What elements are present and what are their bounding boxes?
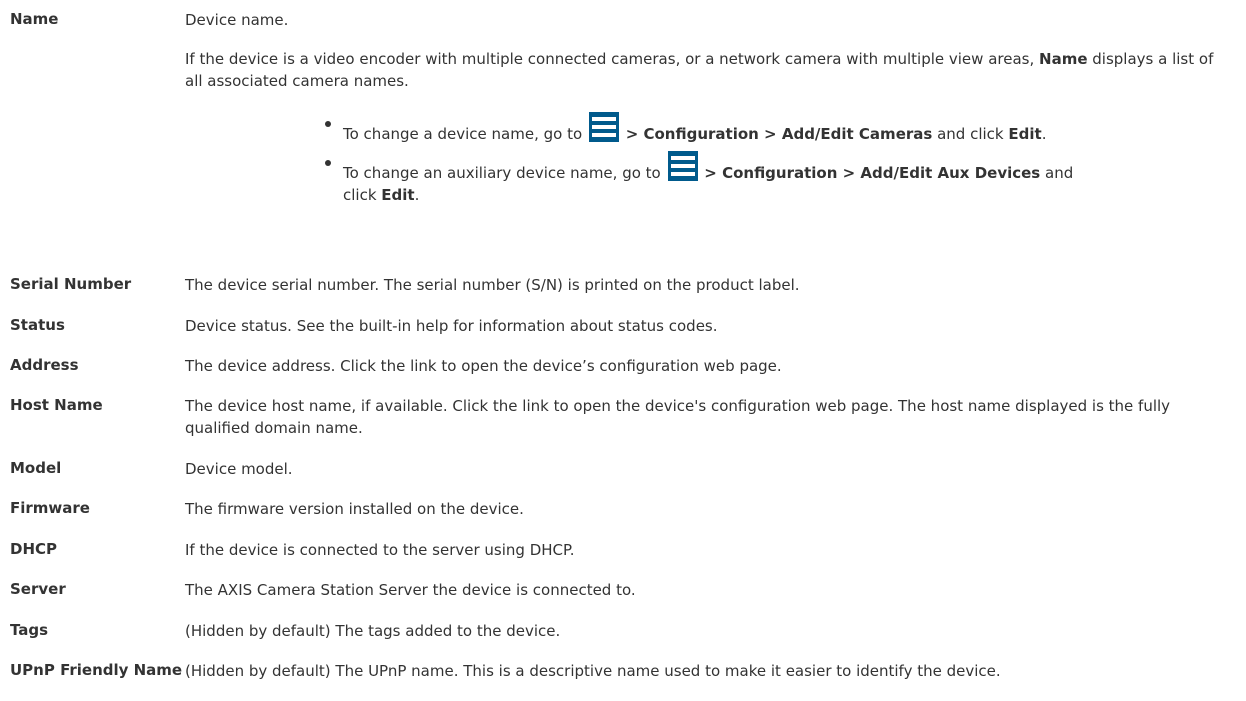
desc-upnp-friendly-name: (Hidden by default) The UPnP name. This … xyxy=(185,662,1001,680)
desc-address: The device address. Click the link to op… xyxy=(185,357,782,375)
desc-tags: (Hidden by default) The tags added to th… xyxy=(185,622,561,640)
term-model: Model xyxy=(10,459,62,477)
bullet-text: and click xyxy=(937,125,1004,143)
desc-server: The AXIS Camera Station Server the devic… xyxy=(185,581,636,599)
bullet-item: To change a device name, go to > Configu… xyxy=(325,112,1235,145)
period: . xyxy=(414,186,420,204)
desc-status: Device status. See the built-in help for… xyxy=(185,317,718,335)
desc-name: Device name. If the device is a video en… xyxy=(185,9,1235,206)
desc-name-para2-a: If the device is a video encoder with mu… xyxy=(185,50,1035,68)
bullet-text: To change an auxiliary device name, go t… xyxy=(343,164,661,182)
period: . xyxy=(1041,125,1047,143)
term-name: Name xyxy=(10,10,59,28)
action-label: Edit xyxy=(1008,125,1042,143)
desc-model: Device model. xyxy=(185,460,293,478)
menu-path: > Configuration > Add/Edit Aux Devices xyxy=(704,164,1041,182)
menu-path: > Configuration > Add/Edit Cameras xyxy=(625,125,933,143)
term-firmware: Firmware xyxy=(10,499,90,517)
desc-dhcp: If the device is connected to the server… xyxy=(185,541,575,559)
menu-icon xyxy=(588,112,619,142)
desc-firmware: The firmware version installed on the de… xyxy=(185,500,524,518)
desc-name-para2: If the device is a video encoder with mu… xyxy=(185,48,1235,92)
bullet-list: To change a device name, go to > Configu… xyxy=(325,112,1235,206)
term-serial-number: Serial Number xyxy=(10,275,132,293)
bullet-item: To change an auxiliary device name, go t… xyxy=(325,151,1103,206)
bullet-text: To change a device name, go to xyxy=(343,125,583,143)
desc-name-para2-b: Name xyxy=(1039,50,1088,68)
term-status: Status xyxy=(10,316,65,334)
desc-name-line1: Device name. xyxy=(185,11,289,29)
term-tags: Tags xyxy=(10,621,49,639)
desc-serial-number: The device serial number. The serial num… xyxy=(185,276,800,294)
term-host-name: Host Name xyxy=(10,396,103,414)
menu-icon xyxy=(667,151,698,181)
bullet-dot xyxy=(325,160,331,166)
bullet-dot xyxy=(325,121,331,127)
term-upnp-friendly-name: UPnP Friendly Name xyxy=(10,661,183,679)
action-label: Edit xyxy=(381,186,415,204)
term-address: Address xyxy=(10,356,79,374)
term-server: Server xyxy=(10,580,66,598)
term-dhcp: DHCP xyxy=(10,540,58,558)
desc-host-name: The device host name, if available. Clic… xyxy=(185,397,1171,437)
